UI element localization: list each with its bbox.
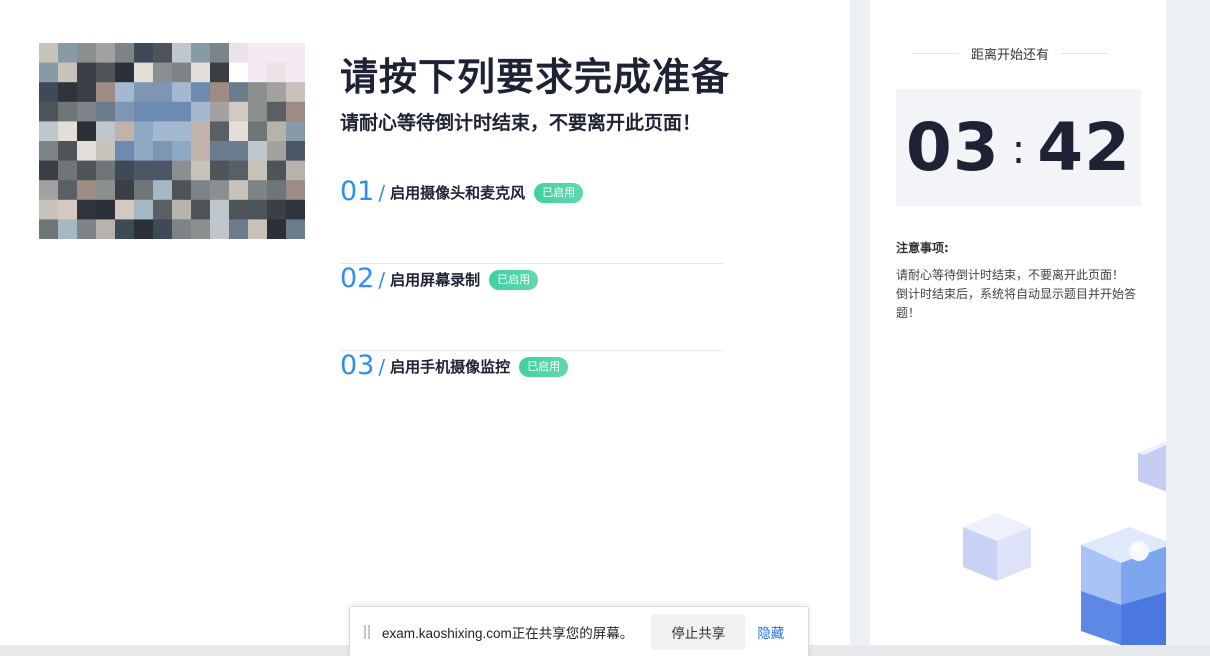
- share-status-text: exam.kaoshixing.com正在共享您的屏幕。: [382, 625, 634, 641]
- camera-feed-image: [39, 43, 305, 239]
- main-panel: 请按下列要求完成准备 请耐心等待倒计时结束，不要离开此页面！ 01 / 启用摄像…: [0, 0, 850, 645]
- notice-body: 请耐心等待倒计时结束，不要离开此页面！ 倒计时结束后，系统将自动显示题目并开始答…: [896, 266, 1146, 323]
- countdown-timer: 03 : 42: [896, 89, 1141, 206]
- step-camera-mic: 01 / 启用摄像头和麦克风 已启用: [340, 177, 723, 264]
- drag-handle-icon[interactable]: [364, 624, 370, 639]
- notice-line: 请耐心等待倒计时结束，不要离开此页面！: [896, 268, 1125, 282]
- step-separator: /: [378, 355, 386, 379]
- page-title: 请按下列要求完成准备: [340, 55, 731, 99]
- divider: [1061, 53, 1109, 54]
- page-subtitle: 请耐心等待倒计时结束，不要离开此页面！: [340, 112, 702, 134]
- partial-cube-icon: [1138, 441, 1166, 492]
- countdown-panel: 距离开始还有 03 : 42 注意事项: 请耐心等待倒计时结束，不要离开此页面！…: [870, 0, 1166, 645]
- step-number: 02: [340, 263, 375, 294]
- decorative-cubes-illustration: [963, 441, 1166, 645]
- notice-line: 倒计时结束后，系统将自动显示题目并开始答题！: [896, 287, 1137, 320]
- status-badge: 已启用: [534, 183, 584, 203]
- screen-share-bar: exam.kaoshixing.com正在共享您的屏幕。 停止共享 隐藏: [349, 606, 809, 656]
- camera-preview: [39, 43, 305, 239]
- divider: [912, 53, 959, 54]
- status-badge: 已启用: [519, 357, 569, 377]
- timer-minutes: 03: [905, 109, 1000, 186]
- step-label: 启用屏幕录制: [390, 271, 481, 289]
- step-number: 03: [340, 350, 375, 381]
- countdown-heading: 距离开始还有: [912, 44, 1109, 63]
- timer-colon: :: [1011, 126, 1026, 173]
- step-label: 启用摄像头和麦克风: [390, 184, 526, 202]
- hide-button[interactable]: 隐藏: [757, 622, 784, 642]
- step-phone-camera: 03 / 启用手机摄像监控 已启用: [340, 351, 723, 438]
- step-screen-recording: 02 / 启用屏幕录制 已启用: [340, 264, 723, 351]
- step-label: 启用手机摄像监控: [390, 358, 511, 376]
- step-number: 01: [340, 176, 375, 207]
- status-badge: 已启用: [489, 270, 539, 290]
- timer-seconds: 42: [1037, 109, 1132, 186]
- countdown-heading-text: 距离开始还有: [971, 48, 1050, 63]
- small-cube-icon: [963, 513, 1031, 581]
- step-separator: /: [378, 181, 386, 205]
- step-separator: /: [378, 268, 386, 292]
- notice-title: 注意事项:: [896, 241, 949, 255]
- stop-sharing-button[interactable]: 停止共享: [651, 613, 746, 650]
- platform-cube-icon: [1081, 527, 1166, 645]
